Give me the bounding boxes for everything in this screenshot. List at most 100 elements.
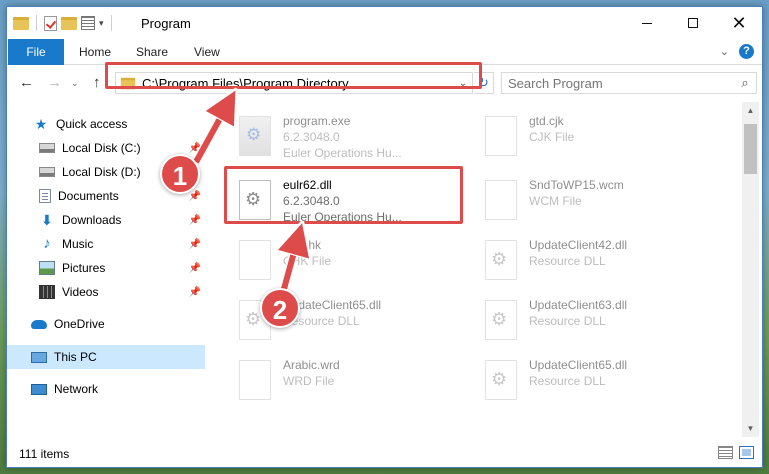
sidebar-item-label: Local Disk (C:) [62,141,141,155]
download-icon: ⬇ [41,212,53,228]
view-switcher [718,446,754,459]
step-badge-1: 1 [160,154,200,194]
document-icon [239,360,271,400]
sidebar-item-quick-access[interactable]: ★ Quick access [7,112,205,136]
window-controls: ✕ [624,7,762,39]
file-type: Resource DLL [529,254,606,268]
pin-icon[interactable]: 📌 [189,239,201,250]
scroll-up-icon[interactable]: ▲ [742,102,759,119]
file-version: 6.2.3048.0 [283,130,340,144]
sidebar-item-pictures[interactable]: Pictures 📌 [7,256,205,280]
pin-icon[interactable]: 📌 [189,191,201,202]
recent-locations-chevron-icon[interactable]: ⌄ [71,78,79,89]
dll-gear-icon [485,300,517,340]
file-item-gtd-cjk[interactable]: gtd.cjk CJK File [477,110,717,166]
forward-arrow-icon[interactable]: → [47,74,62,91]
dll-gear-icon [485,360,517,400]
pin-icon[interactable]: 📌 [189,143,201,154]
drive-icon [39,167,55,177]
file-type: CHK File [283,254,332,268]
sidebar-item-music[interactable]: ♪ Music 📌 [7,232,205,256]
document-icon [485,180,517,220]
file-type: WCM File [529,194,582,208]
cloud-icon [31,319,47,329]
sidebar-item-label: Videos [62,285,99,299]
scroll-down-icon[interactable]: ▼ [742,420,759,437]
file-item-dpl-chk[interactable]: dpl.chk CHK File [231,234,471,290]
file-name: UpdateClient42.dll [529,238,628,252]
search-box[interactable]: ⌕ [501,72,757,94]
folder-icon [13,16,29,30]
view-options-icon[interactable] [81,16,95,30]
window-title: Program [141,16,191,31]
item-count: 111 items [19,447,70,461]
file-name: program.exe [283,114,351,128]
pc-icon [31,351,47,363]
title-bar: ▾ Program ✕ [7,7,762,39]
file-highlight-box [224,166,463,224]
file-name: dpl.chk [283,238,322,252]
sidebar-item-label: Documents [58,189,119,203]
file-description: Euler Operations Hu... [283,146,402,160]
tab-file[interactable]: File [8,39,64,65]
sidebar-item-downloads[interactable]: ⬇ Downloads 📌 [7,208,205,232]
sidebar-item-network[interactable]: Network [7,377,205,401]
up-arrow-icon[interactable]: ↑ [93,74,101,91]
tiles-view-icon[interactable] [739,446,754,459]
file-type: Resource DLL [529,314,606,328]
dll-gear-icon [485,240,517,280]
minimize-button[interactable] [624,7,670,39]
file-item-program-exe[interactable]: program.exe 6.2.3048.0 Euler Operations … [231,110,471,166]
file-list: program.exe 6.2.3048.0 Euler Operations … [207,102,742,437]
expand-ribbon-chevron-icon[interactable]: ⌄ [720,45,729,58]
search-input[interactable] [502,73,734,93]
scroll-thumb[interactable] [744,124,757,174]
videos-icon [39,285,55,299]
new-folder-icon[interactable] [61,16,77,30]
pin-icon[interactable]: 📌 [189,215,201,226]
maximize-button[interactable] [670,7,716,39]
customize-toolbar-chevron-icon[interactable]: ▾ [99,18,104,29]
ribbon-right-controls: ⌄ ? [720,44,754,59]
network-icon [31,383,47,395]
document-icon [485,116,517,156]
status-bar: 111 items [7,439,762,467]
sidebar-item-this-pc[interactable]: This PC [7,345,205,369]
file-item-arabic-wrd[interactable]: Arabic.wrd WRD File [231,354,471,410]
music-icon: ♪ [43,235,51,252]
file-name: gtd.cjk [529,114,564,128]
address-highlight-box [105,62,482,89]
file-type: Resource DLL [529,374,606,388]
file-name: UpdateClient63.dll [529,298,628,312]
back-arrow-icon[interactable]: ← [19,74,34,91]
pin-icon[interactable]: 📌 [189,263,201,274]
sidebar-item-label: Pictures [62,261,106,275]
pictures-icon [39,261,55,275]
document-icon [239,240,271,280]
file-name: SndToWP15.wcm [529,178,624,192]
sidebar-item-label: OneDrive [54,317,105,331]
file-item-sndtowp15-wcm[interactable]: SndToWP15.wcm WCM File [477,174,717,230]
minimize-icon [642,22,652,24]
separator [36,15,37,31]
file-item-updateclient42-dll[interactable]: UpdateClient42.dll Resource DLL [477,234,717,290]
file-name: UpdateClient65.dll [529,358,628,372]
properties-check-icon[interactable] [44,15,57,31]
vertical-scrollbar[interactable]: ▲ ▼ [742,102,759,437]
star-icon: ★ [34,116,48,132]
file-name: Arabic.wrd [283,358,340,372]
file-item-updateclient63-dll[interactable]: UpdateClient63.dll Resource DLL [477,294,717,350]
close-button[interactable]: ✕ [716,7,762,39]
search-icon[interactable]: ⌕ [734,75,756,91]
pin-icon[interactable]: 📌 [189,287,201,298]
details-view-icon[interactable] [718,446,733,459]
sidebar-item-videos[interactable]: Videos 📌 [7,280,205,304]
sidebar-item-label: Music [62,237,94,251]
help-icon[interactable]: ? [739,44,754,59]
file-item-updateclient65-dll-2[interactable]: UpdateClient65.dll Resource DLL [477,354,717,410]
sidebar-item-onedrive[interactable]: OneDrive [7,312,205,336]
close-icon: ✕ [731,13,747,33]
maximize-icon [688,18,698,28]
documents-icon [39,189,51,203]
separator [110,15,112,31]
